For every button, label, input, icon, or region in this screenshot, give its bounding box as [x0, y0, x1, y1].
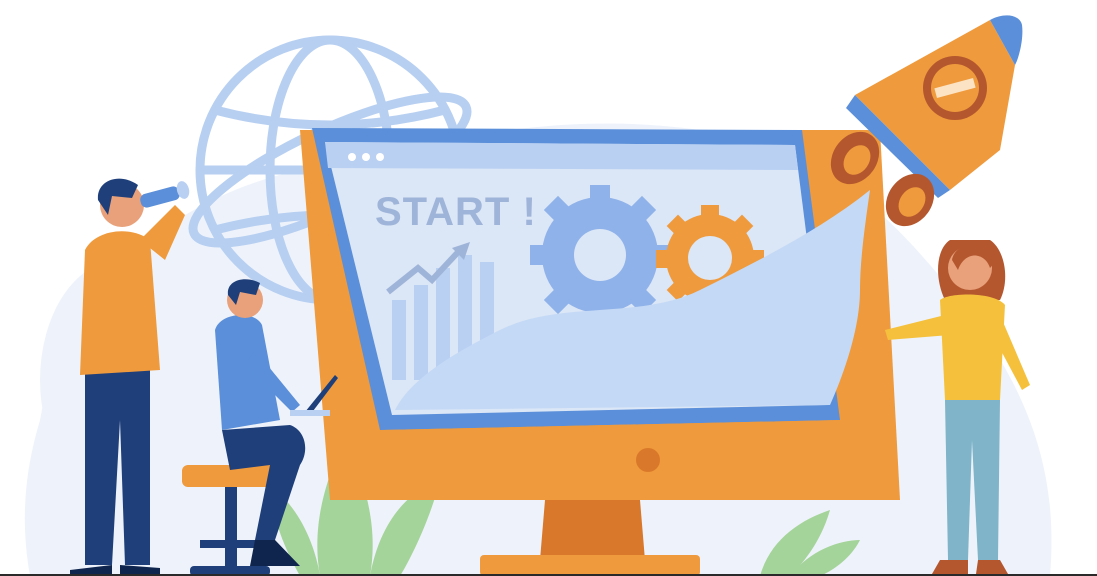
startup-launch-illustration: START !: [0, 15, 1097, 576]
start-text: START !: [375, 190, 537, 234]
gear-blue-icon: [530, 185, 670, 325]
